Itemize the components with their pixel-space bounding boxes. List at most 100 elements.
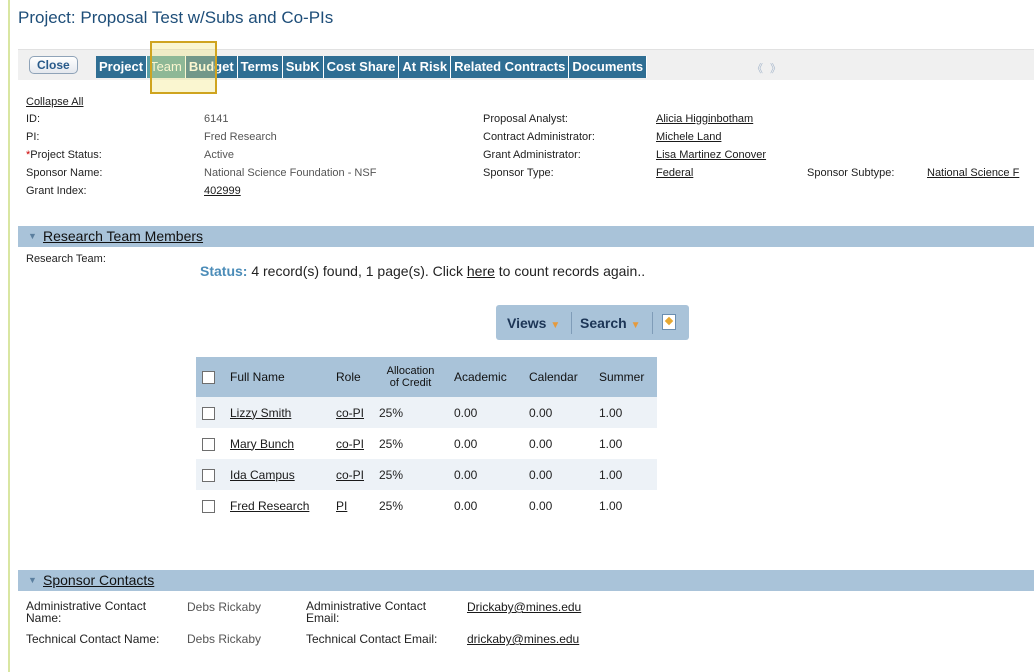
col-full-name[interactable]: Full Name (224, 357, 330, 397)
id-label: ID: (26, 113, 41, 125)
pi-label: PI: (26, 131, 40, 143)
summer-cell: 1.00 (593, 490, 657, 521)
allocation-cell: 25% (373, 459, 448, 490)
pi-value: Fred Research (204, 131, 277, 143)
table-row: Mary Bunch co-PI 25% 0.00 0.00 1.00 (196, 428, 657, 459)
search-caret-icon: ▼ (630, 320, 641, 331)
col-role[interactable]: Role (330, 357, 373, 397)
proposal-analyst-label: Proposal Analyst: (483, 113, 568, 125)
team-table: Full Name Role Allocation of Credit Acade… (196, 357, 657, 521)
role-cell[interactable]: co-PI (330, 397, 373, 428)
status-text: 4 record(s) found, 1 page(s). Click (247, 263, 467, 279)
views-dropdown[interactable]: Views ▼ (507, 315, 560, 331)
select-all-header (196, 357, 224, 397)
tab-cost-share[interactable]: Cost Share (323, 56, 400, 78)
table-row: Lizzy Smith co-PI 25% 0.00 0.00 1.00 (196, 397, 657, 428)
calendar-cell: 0.00 (523, 397, 593, 428)
grant-index-link[interactable]: 402999 (204, 185, 241, 197)
full-name-cell[interactable]: Mary Bunch (224, 428, 330, 459)
col-allocation[interactable]: Allocation of Credit (373, 357, 448, 397)
tab-subk[interactable]: SubK (282, 56, 324, 78)
col-academic[interactable]: Academic (448, 357, 523, 397)
allocation-cell: 25% (373, 490, 448, 521)
sponsor-name-value: National Science Foundation - NSF (204, 167, 377, 179)
allocation-cell: 25% (373, 397, 448, 428)
research-team-section-title[interactable]: Research Team Members (43, 228, 203, 244)
admin-contact-email-label: Administrative Contact Email: (306, 599, 427, 625)
views-search-toolbar: Views ▼ Search ▼ (496, 305, 689, 340)
row-select-cell (196, 459, 224, 490)
tech-contact-email-label: Technical Contact Email: (306, 632, 438, 646)
admin-contact-name-value: Debs Rickaby (187, 600, 262, 614)
views-caret-icon: ▼ (550, 320, 561, 331)
toolbar-divider (652, 312, 653, 334)
table-row: Ida Campus co-PI 25% 0.00 0.00 1.00 (196, 459, 657, 490)
full-name-cell[interactable]: Fred Research (224, 490, 330, 521)
admin-contact-name-label: Administrative Contact Name: (26, 599, 147, 625)
active-tab-highlight (150, 41, 217, 94)
academic-cell: 0.00 (448, 490, 523, 521)
left-border-line (8, 0, 10, 672)
row-checkbox[interactable] (202, 437, 215, 451)
page-title: Project: Proposal Test w/Subs and Co-PIs (18, 8, 334, 27)
row-checkbox[interactable] (202, 468, 215, 482)
table-header-row: Full Name Role Allocation of Credit Acade… (196, 357, 657, 397)
summer-cell: 1.00 (593, 459, 657, 490)
grant-administrator-link[interactable]: Lisa Martinez Conover (656, 149, 766, 161)
row-select-cell (196, 397, 224, 428)
tech-contact-email-link[interactable]: drickaby@mines.edu (467, 632, 579, 646)
row-checkbox[interactable] (202, 406, 215, 420)
tab-scroll-arrows-icon[interactable]: 《 》 (752, 60, 783, 76)
sponsor-contacts-section-header[interactable]: ▼ Sponsor Contacts (18, 570, 1034, 591)
edit-document-icon[interactable] (662, 314, 676, 330)
select-all-checkbox[interactable] (202, 371, 215, 385)
row-select-cell (196, 428, 224, 459)
tab-terms[interactable]: Terms (237, 56, 283, 78)
sponsor-type-link[interactable]: Federal (656, 167, 693, 179)
calendar-cell: 0.00 (523, 490, 593, 521)
collapse-all-link[interactable]: Collapse All (26, 96, 83, 108)
tab-related-contracts[interactable]: Related Contracts (451, 56, 570, 78)
collapse-arrow-icon[interactable]: ▼ (28, 575, 37, 585)
summer-cell: 1.00 (593, 428, 657, 459)
grant-administrator-label: Grant Administrator: (483, 149, 581, 161)
close-button[interactable]: Close (29, 56, 78, 74)
row-checkbox[interactable] (202, 499, 215, 513)
full-name-cell[interactable]: Ida Campus (224, 459, 330, 490)
admin-contact-email-link[interactable]: Drickaby@mines.edu (467, 600, 581, 614)
calendar-cell: 0.00 (523, 428, 593, 459)
contract-administrator-link[interactable]: Michele Land (656, 131, 721, 143)
sponsor-type-label: Sponsor Type: (483, 167, 554, 179)
project-status-label: *Project Status: (26, 149, 102, 161)
sponsor-contacts-section-title[interactable]: Sponsor Contacts (43, 572, 154, 588)
grant-index-label: Grant Index: (26, 185, 87, 197)
sponsor-subtype-link[interactable]: National Science F (927, 167, 1019, 179)
status-tail: to count records again.. (494, 263, 646, 279)
role-cell[interactable]: PI (330, 490, 373, 521)
col-summer[interactable]: Summer (593, 357, 657, 397)
research-team-section-header[interactable]: ▼ Research Team Members (18, 226, 1034, 247)
table-row: Fred Research PI 25% 0.00 0.00 1.00 (196, 490, 657, 521)
col-calendar[interactable]: Calendar (523, 357, 593, 397)
role-cell[interactable]: co-PI (330, 428, 373, 459)
tab-documents[interactable]: Documents (569, 56, 648, 78)
academic-cell: 0.00 (448, 459, 523, 490)
tab-project[interactable]: Project (96, 56, 148, 78)
calendar-cell: 0.00 (523, 459, 593, 490)
id-value: 6141 (204, 113, 229, 125)
research-team-label: Research Team: (26, 253, 106, 265)
academic-cell: 0.00 (448, 428, 523, 459)
status-label: Status: (200, 263, 248, 279)
proposal-analyst-link[interactable]: Alicia Higginbotham (656, 113, 753, 125)
collapse-arrow-icon[interactable]: ▼ (28, 231, 37, 241)
records-status: Status: 4 record(s) found, 1 page(s). Cl… (200, 263, 645, 279)
summer-cell: 1.00 (593, 397, 657, 428)
count-records-link[interactable]: here (467, 263, 495, 279)
search-dropdown[interactable]: Search ▼ (580, 315, 641, 331)
toolbar-divider (571, 312, 572, 334)
academic-cell: 0.00 (448, 397, 523, 428)
tab-at-risk[interactable]: At Risk (399, 56, 452, 78)
contract-administrator-label: Contract Administrator: (483, 131, 595, 143)
role-cell[interactable]: co-PI (330, 459, 373, 490)
full-name-cell[interactable]: Lizzy Smith (224, 397, 330, 428)
